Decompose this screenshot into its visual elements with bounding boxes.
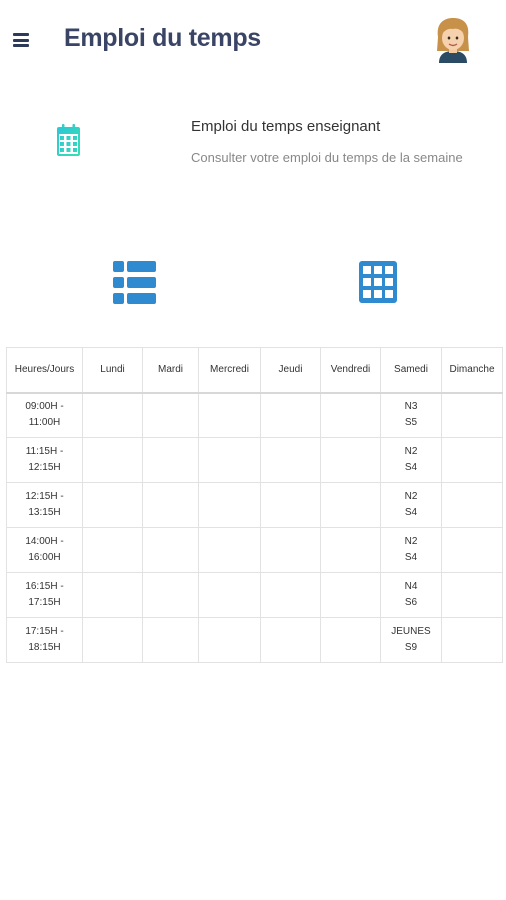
schedule-cell	[142, 437, 199, 483]
table-header-row: Heures/Jours Lundi Mardi Mercredi Jeudi …	[6, 347, 503, 393]
schedule-cell	[260, 482, 321, 528]
time-slot-cell: 14:00H - 16:00H	[6, 527, 83, 573]
schedule-cell	[320, 572, 381, 618]
grid-view-icon[interactable]	[359, 261, 397, 303]
page-title: Emploi du temps	[64, 24, 261, 52]
schedule-cell	[82, 392, 143, 438]
schedule-cell[interactable]: N2 S4	[380, 437, 442, 483]
table-row: 09:00H - 11:00H N3 S5	[6, 392, 503, 438]
schedule-cell	[441, 392, 503, 438]
schedule-cell	[142, 572, 199, 618]
table-row: 16:15H - 17:15H N4 S6	[6, 572, 503, 618]
section-subtitle: Consulter votre emploi du temps de la se…	[191, 150, 463, 165]
column-header-sunday: Dimanche	[441, 347, 503, 393]
schedule-cell	[441, 572, 503, 618]
schedule-cell[interactable]: N2 S4	[380, 482, 442, 528]
column-header-saturday: Samedi	[380, 347, 442, 393]
column-header-wednesday: Mercredi	[198, 347, 261, 393]
list-view-icon[interactable]	[113, 261, 156, 304]
column-header-monday: Lundi	[82, 347, 143, 393]
schedule-cell	[82, 437, 143, 483]
schedule-cell	[260, 392, 321, 438]
schedule-cell	[260, 437, 321, 483]
schedule-cell	[260, 527, 321, 573]
schedule-cell	[82, 482, 143, 528]
user-avatar[interactable]	[434, 17, 472, 63]
schedule-cell	[198, 527, 261, 573]
schedule-cell[interactable]: N4 S6	[380, 572, 442, 618]
table-body: 09:00H - 11:00H N3 S5 11:15H - 12:15H N2 S4…	[6, 392, 503, 663]
table-row: 14:00H - 16:00H N2 S4	[6, 527, 503, 573]
schedule-cell	[320, 527, 381, 573]
time-slot-cell: 16:15H - 17:15H	[6, 572, 83, 618]
schedule-cell	[198, 572, 261, 618]
schedule-cell	[320, 482, 381, 528]
schedule-cell	[198, 482, 261, 528]
schedule-cell[interactable]: N3 S5	[380, 392, 442, 438]
schedule-cell	[320, 392, 381, 438]
time-slot-cell: 17:15H - 18:15H	[6, 617, 83, 663]
schedule-cell	[441, 482, 503, 528]
schedule-cell	[260, 617, 321, 663]
schedule-cell	[142, 617, 199, 663]
schedule-cell	[320, 617, 381, 663]
schedule-cell	[82, 527, 143, 573]
time-slot-cell: 12:15H - 13:15H	[6, 482, 83, 528]
schedule-cell[interactable]: N2 S4	[380, 527, 442, 573]
schedule-cell	[441, 527, 503, 573]
schedule-cell	[82, 572, 143, 618]
app-header: Emploi du temps	[0, 0, 506, 80]
section-title: Emploi du temps enseignant	[191, 118, 381, 135]
schedule-cell	[198, 617, 261, 663]
table-row: 11:15H - 12:15H N2 S4	[6, 437, 503, 483]
schedule-cell[interactable]: JEUNES S9	[380, 617, 442, 663]
column-header-thursday: Jeudi	[260, 347, 321, 393]
schedule-cell	[82, 617, 143, 663]
schedule-cell	[441, 617, 503, 663]
schedule-cell	[260, 572, 321, 618]
schedule-cell	[142, 392, 199, 438]
calendar-icon	[57, 124, 80, 156]
hamburger-menu-icon[interactable]	[13, 33, 29, 47]
schedule-cell	[320, 437, 381, 483]
schedule-cell	[142, 482, 199, 528]
table-row: 17:15H - 18:15H JEUNES S9	[6, 617, 503, 663]
column-header-tuesday: Mardi	[142, 347, 199, 393]
column-header-hours: Heures/Jours	[6, 347, 83, 393]
schedule-cell	[142, 527, 199, 573]
table-row: 12:15H - 13:15H N2 S4	[6, 482, 503, 528]
time-slot-cell: 11:15H - 12:15H	[6, 437, 83, 483]
schedule-cell	[441, 437, 503, 483]
schedule-cell	[198, 437, 261, 483]
column-header-friday: Vendredi	[320, 347, 381, 393]
time-slot-cell: 09:00H - 11:00H	[6, 392, 83, 438]
schedule-cell	[198, 392, 261, 438]
timetable: Heures/Jours Lundi Mardi Mercredi Jeudi …	[6, 347, 503, 663]
